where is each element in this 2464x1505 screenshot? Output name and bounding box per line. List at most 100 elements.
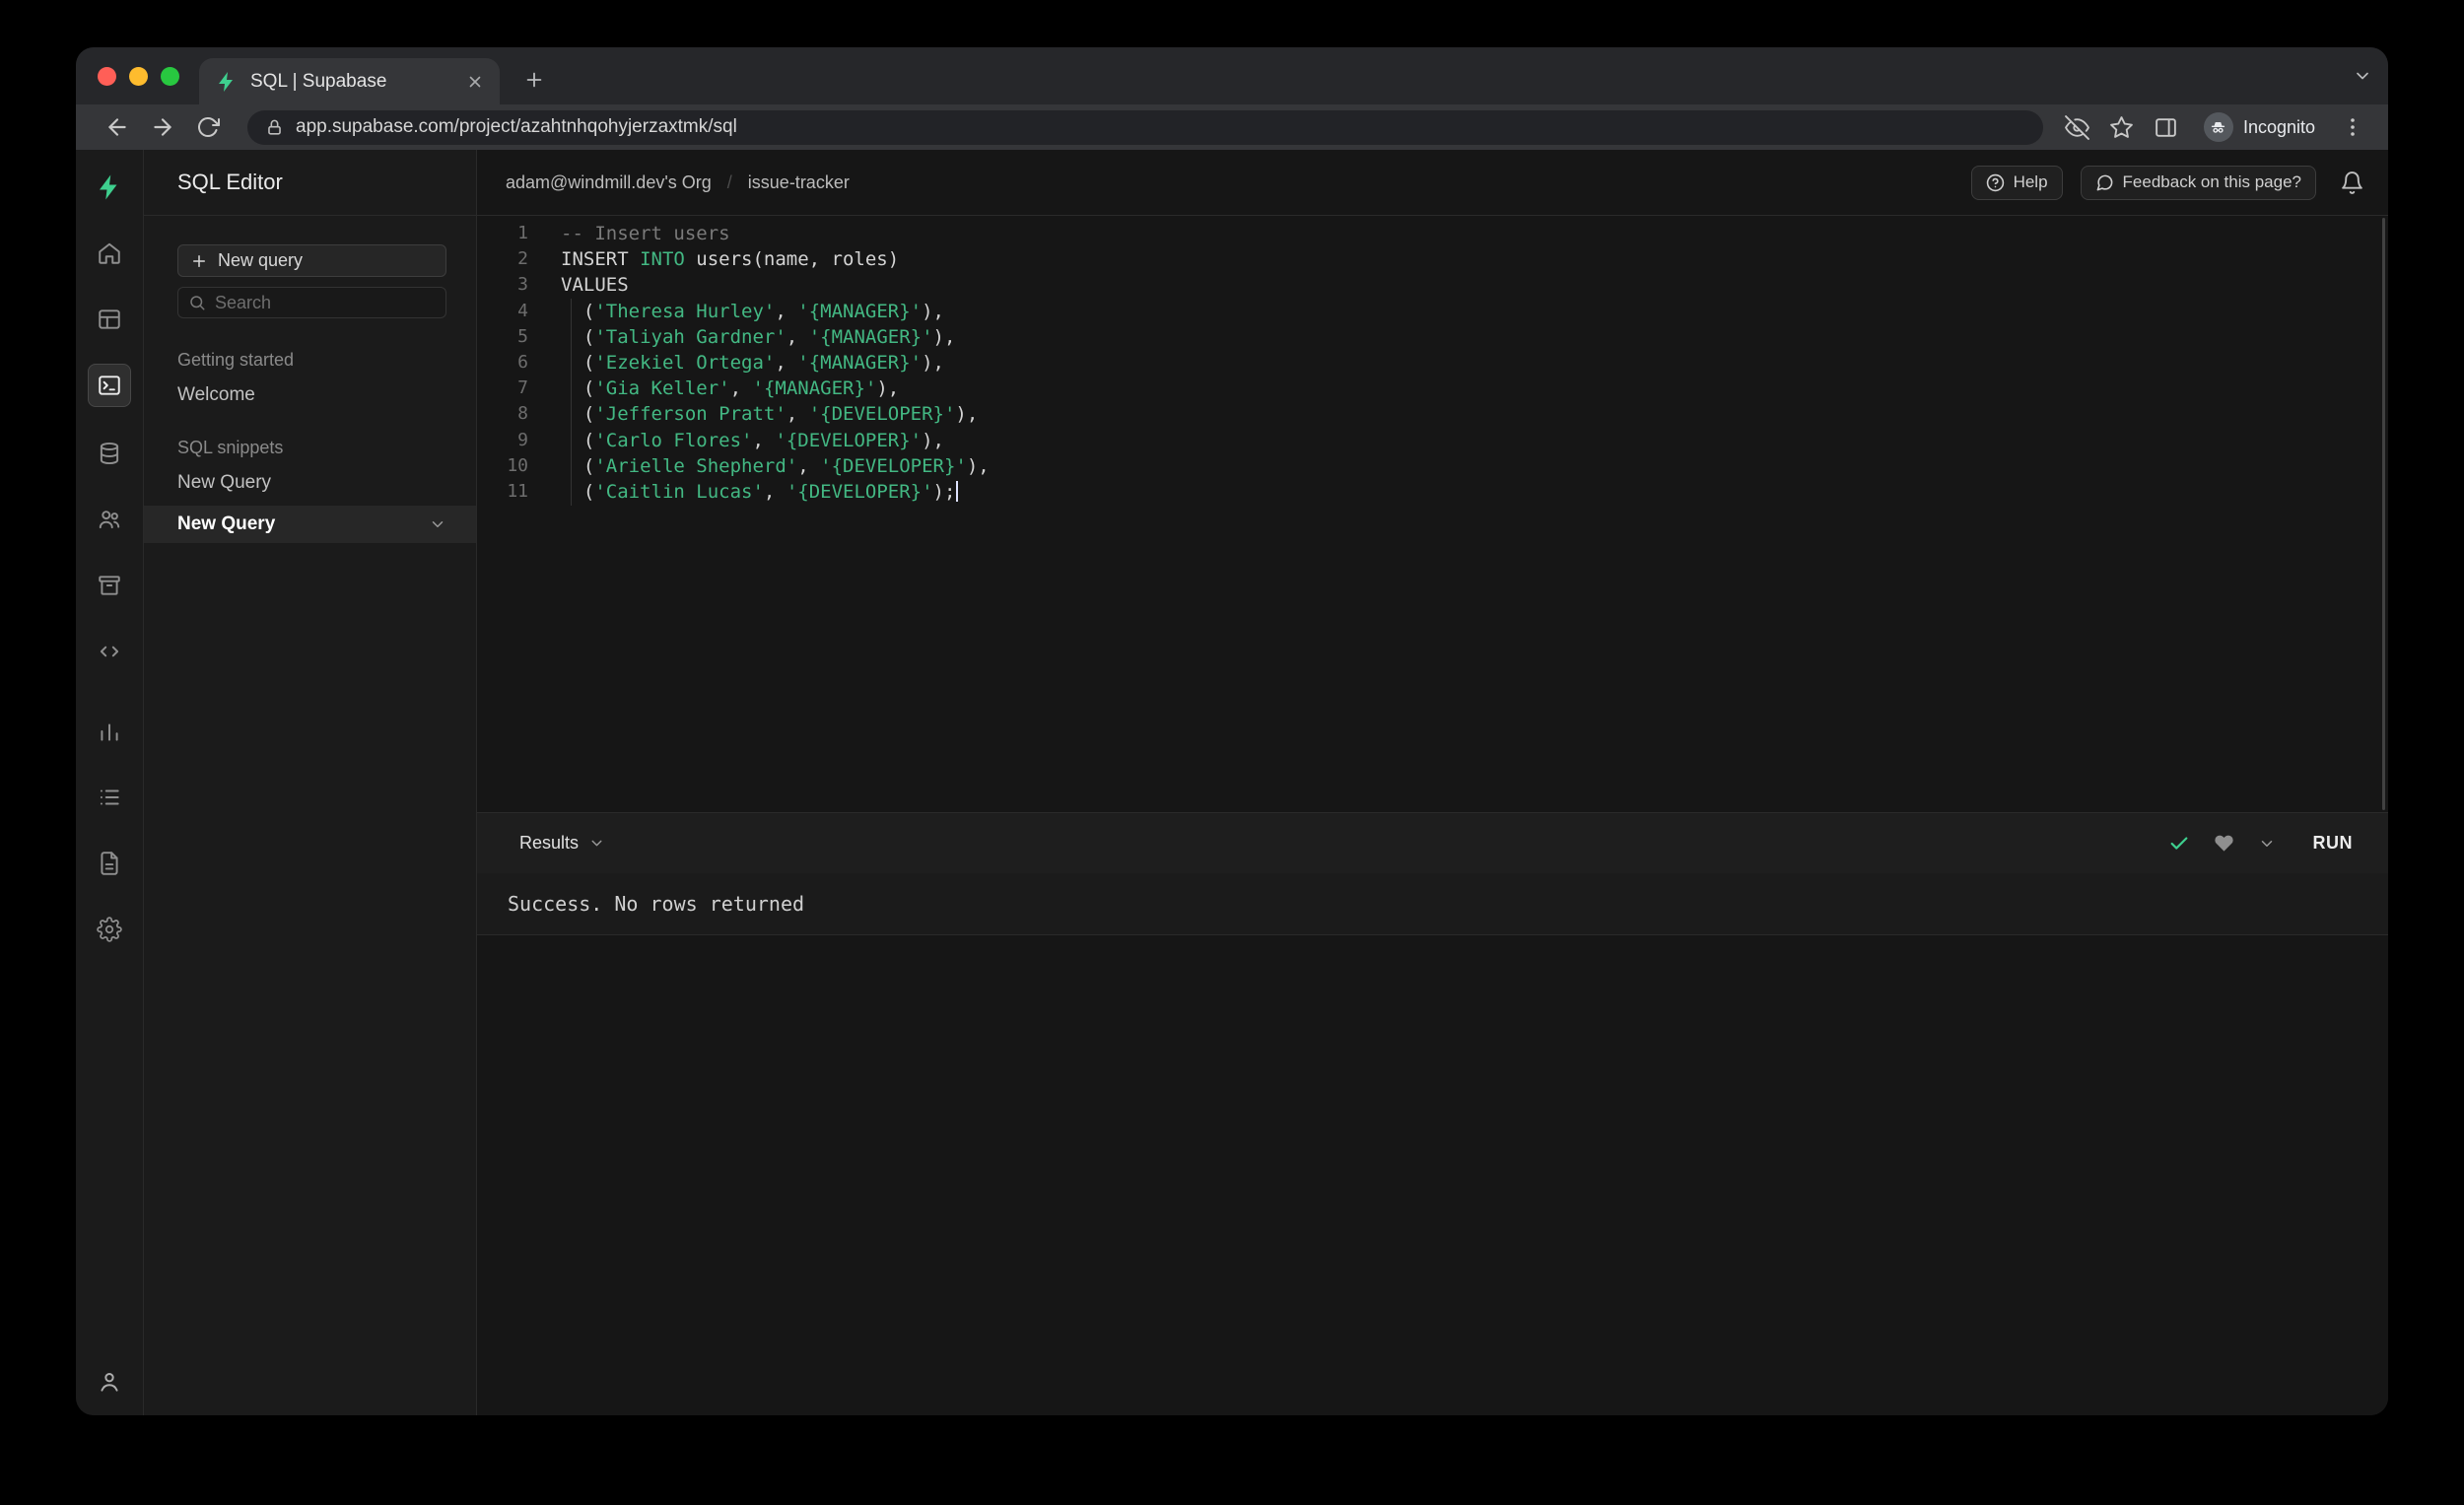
favorite-heart-icon[interactable] [2214, 833, 2234, 854]
tab-close-icon[interactable] [466, 73, 484, 91]
editor-scrollbar[interactable] [2382, 218, 2385, 810]
close-window-button[interactable] [98, 67, 116, 86]
side-panel-button[interactable] [2154, 115, 2178, 140]
line-number: 1 [517, 223, 528, 243]
code-line[interactable]: 7 ('Gia Keller', '{MANAGER}'), [477, 376, 2388, 401]
line-number: 11 [507, 481, 528, 503]
line-number: 10 [507, 454, 528, 476]
rail-item-storage[interactable] [90, 566, 129, 605]
feedback-button[interactable]: Feedback on this page? [2080, 165, 2316, 200]
section-getting-started: Getting started [177, 350, 295, 370]
code-line[interactable]: 8 ('Jefferson Pratt', '{DEVELOPER}'), [477, 401, 2388, 427]
traffic-lights [98, 67, 179, 86]
back-button[interactable] [100, 109, 135, 145]
line-number: 5 [517, 325, 528, 347]
rail-item-edge-functions[interactable] [90, 632, 129, 671]
code-line[interactable]: 5 ('Taliyah Gardner', '{MANAGER}'), [477, 324, 2388, 350]
lock-icon [265, 118, 284, 137]
breadcrumb-org[interactable]: adam@windmill.dev's Org [506, 172, 712, 193]
rail-item-database[interactable] [90, 434, 129, 473]
search-input[interactable] [215, 292, 436, 313]
main-panel: adam@windmill.dev's Org / issue-tracker … [477, 150, 2388, 1415]
results-bar: Results RUN [477, 812, 2388, 873]
results-message-row: Success. No rows returned [477, 873, 2388, 935]
tab-search-chevron-icon[interactable] [2353, 47, 2372, 104]
search-icon [188, 294, 206, 311]
breadcrumb-separator: / [726, 171, 732, 192]
zoom-window-button[interactable] [161, 67, 179, 86]
code-line[interactable]: 9 ('Carlo Flores', '{DEVELOPER}'), [477, 428, 2388, 453]
line-number: 9 [517, 429, 528, 450]
rail-item-sql-editor[interactable] [88, 364, 131, 407]
new-query-button[interactable]: New query [177, 244, 446, 277]
code-line[interactable]: 6 ('Ezekiel Ortega', '{MANAGER}'), [477, 350, 2388, 376]
reload-button[interactable] [190, 109, 226, 145]
plus-icon [190, 252, 208, 270]
url-text: app.supabase.com/project/azahtnhqohyjerz… [296, 116, 737, 137]
browser-toolbar: app.supabase.com/project/azahtnhqohyjerz… [76, 104, 2388, 150]
search-box[interactable] [177, 287, 446, 318]
new-tab-button[interactable] [517, 63, 551, 97]
rail-item-auth[interactable] [90, 500, 129, 539]
line-number: 6 [517, 352, 528, 374]
sidebar-header: SQL Editor [144, 150, 476, 216]
chevron-down-icon [588, 835, 605, 852]
results-dropdown[interactable]: Results [519, 833, 605, 854]
code-lines: 1 -- Insert users 2 INSERT INTO users(name,… [477, 221, 2388, 505]
minimize-window-button[interactable] [129, 67, 148, 86]
nav-rail [76, 150, 144, 1415]
code-line[interactable]: 10 ('Arielle Shepherd', '{DEVELOPER}'), [477, 453, 2388, 479]
bookmark-star-button[interactable] [2109, 115, 2134, 140]
sql-editor[interactable]: 1 -- Insert users 2 INSERT INTO users(name,… [477, 216, 2388, 812]
supabase-app: SQL Editor New query Getting started Wel… [76, 150, 2388, 1415]
browser-menu-button[interactable] [2341, 115, 2364, 139]
incognito-badge[interactable]: Incognito [2198, 112, 2321, 142]
rail-item-table-editor[interactable] [90, 300, 129, 339]
sidebar-item-new-query-2[interactable]: New Query [144, 506, 476, 543]
browser-tab[interactable]: SQL | Supabase [199, 58, 500, 104]
code-line[interactable]: 4 ('Theresa Hurley', '{MANAGER}'), [477, 299, 2388, 324]
help-button[interactable]: Help [1970, 165, 2063, 200]
code-line[interactable]: 1 -- Insert users [477, 221, 2388, 246]
rail-item-reports[interactable] [90, 712, 129, 751]
main-header: adam@windmill.dev's Org / issue-tracker … [477, 150, 2388, 216]
line-number: 8 [517, 403, 528, 425]
code-line[interactable]: 11 ('Caitlin Lucas', '{DEVELOPER}'); [477, 479, 2388, 505]
success-check-icon [2168, 833, 2190, 855]
sidebar-item-welcome[interactable]: Welcome [177, 384, 476, 406]
sidebar-item-label: New Query [177, 513, 276, 534]
supabase-logo[interactable] [90, 168, 129, 207]
eye-blocked-button[interactable] [2065, 114, 2089, 140]
rail-item-logs[interactable] [90, 778, 129, 817]
results-label: Results [519, 833, 580, 853]
chevron-down-icon[interactable] [429, 515, 446, 533]
address-bar[interactable]: app.supabase.com/project/azahtnhqohyjerz… [247, 109, 2043, 145]
rail-item-account[interactable] [90, 1362, 129, 1402]
bell-icon [2340, 171, 2364, 195]
line-number: 7 [517, 377, 528, 399]
tab-strip: SQL | Supabase [76, 47, 2388, 104]
indent-guide [571, 299, 572, 506]
breadcrumb-project[interactable]: issue-tracker [748, 172, 850, 193]
section-sql-snippets: SQL snippets [177, 438, 284, 457]
notifications-button[interactable] [2340, 171, 2364, 195]
run-button[interactable]: RUN [2303, 827, 2363, 859]
breadcrumb: adam@windmill.dev's Org / issue-tracker [506, 172, 850, 193]
code-line[interactable]: 2 INSERT INTO users(name, roles) [477, 246, 2388, 272]
sidebar-item-new-query-1[interactable]: New Query [177, 472, 476, 494]
help-icon [1986, 173, 2005, 192]
sql-editor-sidebar: SQL Editor New query Getting started Wel… [144, 150, 477, 1415]
rail-item-docs[interactable] [90, 844, 129, 883]
run-options-chevron-icon[interactable] [2258, 835, 2276, 853]
forward-button[interactable] [145, 109, 180, 145]
page-title: SQL Editor [177, 170, 283, 194]
new-query-button-label: New query [218, 250, 304, 270]
results-message: Success. No rows returned [508, 892, 805, 916]
code-line[interactable]: 3 VALUES [477, 272, 2388, 298]
message-bubble-icon [2095, 173, 2114, 192]
rail-item-home[interactable] [90, 234, 129, 273]
feedback-button-label: Feedback on this page? [2122, 172, 2301, 191]
rail-item-settings[interactable] [90, 910, 129, 949]
incognito-icon [2203, 112, 2233, 142]
tab-title: SQL | Supabase [250, 70, 387, 92]
